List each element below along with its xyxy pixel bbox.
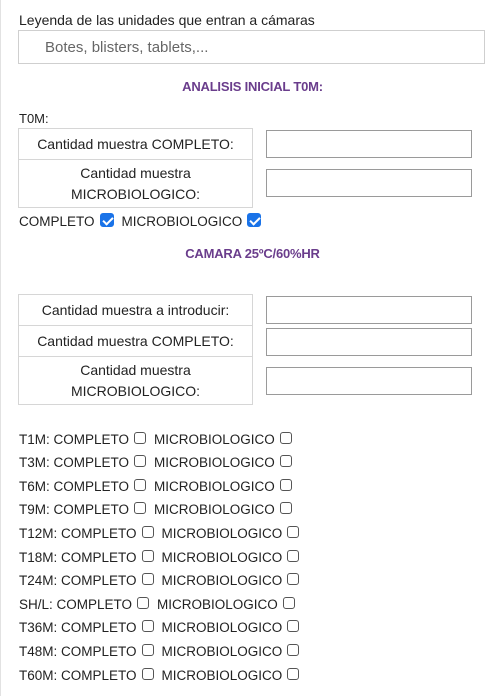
timepoint-micro-label: MICROBIOLOGICO — [161, 549, 283, 565]
timepoint-completo-checkbox[interactable] — [134, 502, 147, 515]
legend-label: Leyenda de las unidades que entran a cám… — [19, 12, 315, 28]
timepoint-micro-checkbox[interactable] — [287, 573, 300, 586]
timepoint-completo-checkbox[interactable] — [137, 596, 150, 609]
timepoint-micro-checkbox[interactable] — [282, 596, 295, 609]
timepoint-completo-checkbox[interactable] — [141, 667, 154, 680]
t0m-micro-label: MICROBIOLOGICO — [121, 213, 243, 229]
timepoint-row: T24M: COMPLETO MICROBIOLOGICO — [19, 572, 300, 590]
timepoint-micro-checkbox[interactable] — [279, 455, 292, 468]
t0m-micro-quantity-label: Cantidad muestra MICROBIOLOGICO: — [18, 159, 253, 208]
sample-form: Leyenda de las unidades que entran a cám… — [0, 0, 503, 696]
timepoint-micro-label: MICROBIOLOGICO — [161, 525, 283, 541]
timepoint-micro-checkbox[interactable] — [279, 478, 292, 491]
timepoint-row: T1M: COMPLETO MICROBIOLOGICO — [19, 430, 292, 448]
t0m-completo-checkbox[interactable] — [99, 212, 114, 227]
t0m-completo-quantity-input[interactable] — [266, 130, 472, 158]
timepoint-completo-label: T9M: COMPLETO — [19, 502, 130, 518]
camera-title: CAMARA 25ºC/60%HR — [185, 246, 320, 261]
timepoint-micro-label: MICROBIOLOGICO — [157, 596, 278, 612]
camera-micro-quantity-input[interactable] — [266, 367, 472, 395]
timepoint-micro-checkbox[interactable] — [279, 431, 292, 444]
timepoint-completo-checkbox[interactable] — [141, 620, 154, 633]
timepoint-row: T60M: COMPLETO MICROBIOLOGICO — [19, 666, 300, 684]
timepoint-micro-label: MICROBIOLOGICO — [154, 455, 275, 471]
timepoint-completo-label: T6M: COMPLETO — [19, 478, 130, 494]
timepoint-completo-checkbox[interactable] — [141, 549, 154, 562]
initial-analysis-title: ANALISIS INICIAL T0M: — [182, 79, 323, 94]
timepoint-micro-label: MICROBIOLOGICO — [154, 502, 275, 518]
timepoint-completo-label: SH/L: COMPLETO — [19, 596, 133, 612]
timepoint-completo-label: T24M: COMPLETO — [19, 573, 137, 589]
timepoint-completo-checkbox[interactable] — [141, 643, 154, 656]
t0m-quantity-table: Cantidad muestra COMPLETO: Cantidad mues… — [18, 128, 253, 208]
timepoint-micro-checkbox[interactable] — [287, 667, 300, 680]
timepoint-completo-checkbox[interactable] — [134, 478, 147, 491]
t0m-label: T0M: — [19, 111, 49, 126]
t0m-check-row: COMPLETO MICROBIOLOGICO — [19, 212, 262, 230]
timepoint-completo-label: T3M: COMPLETO — [19, 455, 130, 471]
camera-completo-quantity-input[interactable] — [266, 328, 472, 356]
t0m-completo-quantity-label: Cantidad muestra COMPLETO: — [18, 128, 253, 160]
t0m-completo-label: COMPLETO — [19, 213, 95, 229]
timepoint-completo-label: T18M: COMPLETO — [19, 549, 137, 565]
timepoint-row: T6M: COMPLETO MICROBIOLOGICO — [19, 477, 292, 495]
timepoint-completo-label: T60M: COMPLETO — [19, 667, 137, 683]
timepoint-completo-label: T1M: COMPLETO — [19, 431, 130, 447]
camera-quantity-table: Cantidad muestra a introducir: Cantidad … — [18, 294, 253, 405]
timepoint-micro-label: MICROBIOLOGICO — [161, 620, 283, 636]
timepoint-micro-label: MICROBIOLOGICO — [161, 573, 283, 589]
t0m-micro-checkbox[interactable] — [247, 212, 262, 227]
timepoint-completo-checkbox[interactable] — [141, 573, 154, 586]
timepoint-micro-label: MICROBIOLOGICO — [154, 478, 275, 494]
timepoint-micro-checkbox[interactable] — [287, 620, 300, 633]
timepoint-micro-checkbox[interactable] — [287, 525, 300, 538]
timepoint-micro-checkbox[interactable] — [287, 549, 300, 562]
timepoint-row: T9M: COMPLETO MICROBIOLOGICO — [19, 501, 292, 519]
timepoint-completo-checkbox[interactable] — [134, 455, 147, 468]
timepoint-micro-checkbox[interactable] — [287, 643, 300, 656]
timepoint-micro-label: MICROBIOLOGICO — [161, 643, 283, 659]
timepoint-completo-checkbox[interactable] — [134, 431, 147, 444]
timepoint-row: T18M: COMPLETO MICROBIOLOGICO — [19, 548, 300, 566]
timepoint-completo-label: T12M: COMPLETO — [19, 525, 137, 541]
legend-input[interactable] — [18, 30, 485, 64]
timepoint-micro-label: MICROBIOLOGICO — [154, 431, 275, 447]
timepoint-completo-label: T48M: COMPLETO — [19, 643, 137, 659]
camera-micro-quantity-label: Cantidad muestra MICROBIOLOGICO: — [18, 356, 253, 405]
timepoint-micro-checkbox[interactable] — [279, 502, 292, 515]
timepoint-micro-label: MICROBIOLOGICO — [161, 667, 283, 683]
camera-introduce-quantity-input[interactable] — [266, 296, 472, 324]
timepoint-row: T12M: COMPLETO MICROBIOLOGICO — [19, 524, 300, 542]
camera-introduce-quantity-label: Cantidad muestra a introducir: — [18, 294, 253, 326]
timepoint-row: T3M: COMPLETO MICROBIOLOGICO — [19, 454, 292, 472]
t0m-micro-quantity-input[interactable] — [266, 169, 472, 197]
timepoint-row: SH/L: COMPLETO MICROBIOLOGICO — [19, 595, 295, 613]
timepoint-completo-checkbox[interactable] — [141, 525, 154, 538]
timepoint-row: T48M: COMPLETO MICROBIOLOGICO — [19, 642, 300, 660]
timepoint-row: T36M: COMPLETO MICROBIOLOGICO — [19, 619, 300, 637]
camera-completo-quantity-label: Cantidad muestra COMPLETO: — [18, 325, 253, 357]
timepoint-completo-label: T36M: COMPLETO — [19, 620, 137, 636]
